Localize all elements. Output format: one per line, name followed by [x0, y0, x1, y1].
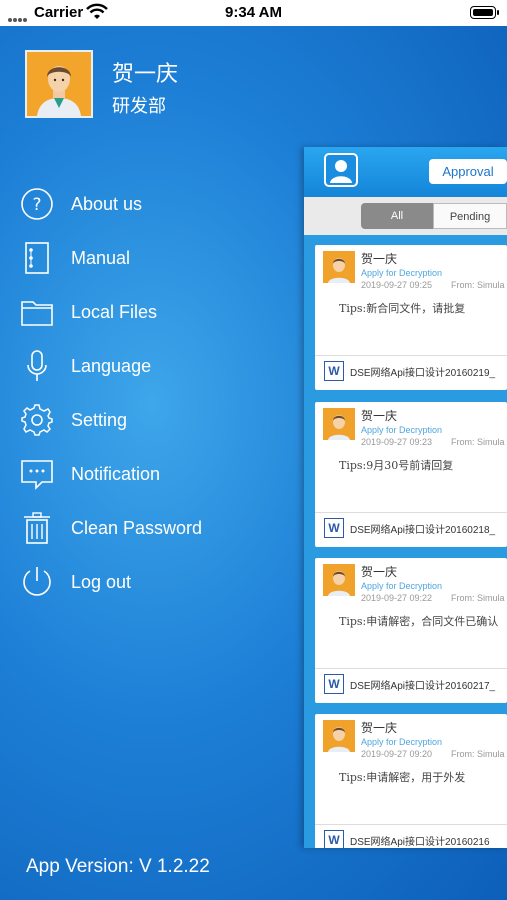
profile-button[interactable] [324, 153, 358, 187]
app-version: App Version: V 1.2.22 [26, 856, 210, 877]
word-file-icon: W [324, 518, 344, 538]
manual-icon [20, 241, 54, 275]
menu-item-log-out[interactable]: Log out [0, 556, 290, 610]
avatar [323, 408, 355, 440]
file-name: DSE网络Api接口设计20160216 [350, 837, 490, 848]
request-type: Apply for Decryption [361, 268, 443, 278]
svg-text:?: ? [32, 195, 41, 215]
menu-label: About us [71, 194, 143, 214]
tab-pending[interactable]: Pending [433, 203, 507, 229]
trash-icon [20, 511, 54, 545]
request-date: 2019-09-27 09:23 [361, 437, 433, 447]
request-tips: Tips:申请解密，合同文件已确认 [339, 615, 499, 628]
file-name: DSE网络Api接口设计20160218_ [350, 525, 496, 536]
menu-label: Manual [71, 248, 131, 268]
request-type: Apply for Decryption [361, 581, 443, 591]
user-department: 研发部 [112, 96, 166, 116]
microphone-icon [20, 349, 54, 383]
main-screen-preview[interactable]: Approval All Pending 贺一庆 Apply for Decry… [304, 147, 507, 848]
requester-name: 贺一庆 [361, 409, 398, 423]
requester-name: 贺一庆 [361, 252, 398, 266]
menu-label: Local Files [71, 302, 158, 322]
avatar[interactable] [25, 50, 93, 118]
user-name: 贺一庆 [112, 61, 179, 86]
request-tips: Tips:新合同文件，请批复 [339, 302, 466, 315]
request-card[interactable]: 贺一庆 Apply for Decryption 2019-09-27 09:2… [315, 402, 507, 547]
menu-label: Notification [71, 464, 161, 484]
word-file-icon: W [324, 830, 344, 848]
menu-item-language[interactable]: Language [0, 340, 290, 394]
word-file-icon: W [324, 674, 344, 694]
app-screen: Carrier 9:34 AM 贺一庆 研发部 ? About us Manua… [0, 0, 507, 900]
gear-icon [20, 403, 54, 437]
menu-item-about-us[interactable]: ? About us [0, 178, 290, 232]
file-name: DSE网络Api接口设计20160219_ [350, 368, 496, 379]
battery-icon [470, 6, 499, 19]
panel-header: Approval [304, 147, 507, 197]
request-source: From: Simula [451, 749, 505, 759]
status-bar: Carrier 9:34 AM [0, 0, 507, 26]
attachment-row[interactable]: W DSE网络Api接口设计20160216 [315, 824, 507, 848]
requester-name: 贺一庆 [361, 565, 398, 579]
avatar [323, 720, 355, 752]
request-type: Apply for Decryption [361, 737, 443, 747]
attachment-row[interactable]: W DSE网络Api接口设计20160218_ [315, 512, 507, 541]
menu-item-setting[interactable]: Setting [0, 394, 290, 448]
menu-label: Clean Password [71, 518, 203, 538]
menu-label: Language [71, 356, 152, 376]
request-date: 2019-09-27 09:22 [361, 593, 433, 603]
word-file-icon: W [324, 361, 344, 381]
request-source: From: Simula [451, 437, 505, 447]
request-card[interactable]: 贺一庆 Apply for Decryption 2019-09-27 09:2… [315, 245, 507, 390]
power-icon [20, 565, 54, 599]
menu-item-manual[interactable]: Manual [0, 232, 290, 286]
avatar [323, 564, 355, 596]
filter-segment: All Pending [304, 197, 507, 235]
request-source: From: Simula [451, 280, 505, 290]
folder-icon [20, 295, 54, 329]
request-date: 2019-09-27 09:25 [361, 280, 433, 290]
request-source: From: Simula [451, 593, 505, 603]
request-card[interactable]: 贺一庆 Apply for Decryption 2019-09-27 09:2… [315, 714, 507, 848]
menu-label: Log out [71, 572, 132, 592]
request-tips: Tips:9月30号前请回复 [339, 459, 454, 472]
clock: 9:34 AM [225, 4, 282, 21]
approval-button[interactable]: Approval [429, 159, 507, 184]
requester-name: 贺一庆 [361, 721, 398, 735]
info-icon: ? [20, 187, 54, 221]
tab-all[interactable]: All [361, 203, 433, 229]
request-type: Apply for Decryption [361, 425, 443, 435]
menu-item-clean-password[interactable]: Clean Password [0, 502, 290, 556]
attachment-row[interactable]: W DSE网络Api接口设计20160219_ [315, 355, 507, 384]
menu-item-notification[interactable]: Notification [0, 448, 290, 502]
request-card[interactable]: 贺一庆 Apply for Decryption 2019-09-27 09:2… [315, 558, 507, 703]
avatar [323, 251, 355, 283]
request-tips: Tips:申请解密，用于外发 [339, 771, 466, 784]
file-name: DSE网络Api接口设计20160217_ [350, 681, 496, 692]
attachment-row[interactable]: W DSE网络Api接口设计20160217_ [315, 668, 507, 697]
menu-label: Setting [71, 410, 128, 430]
person-icon [330, 160, 352, 183]
user-avatar-icon [27, 52, 91, 116]
request-date: 2019-09-27 09:20 [361, 749, 433, 759]
notification-icon [20, 457, 54, 491]
menu-item-local-files[interactable]: Local Files [0, 286, 290, 340]
